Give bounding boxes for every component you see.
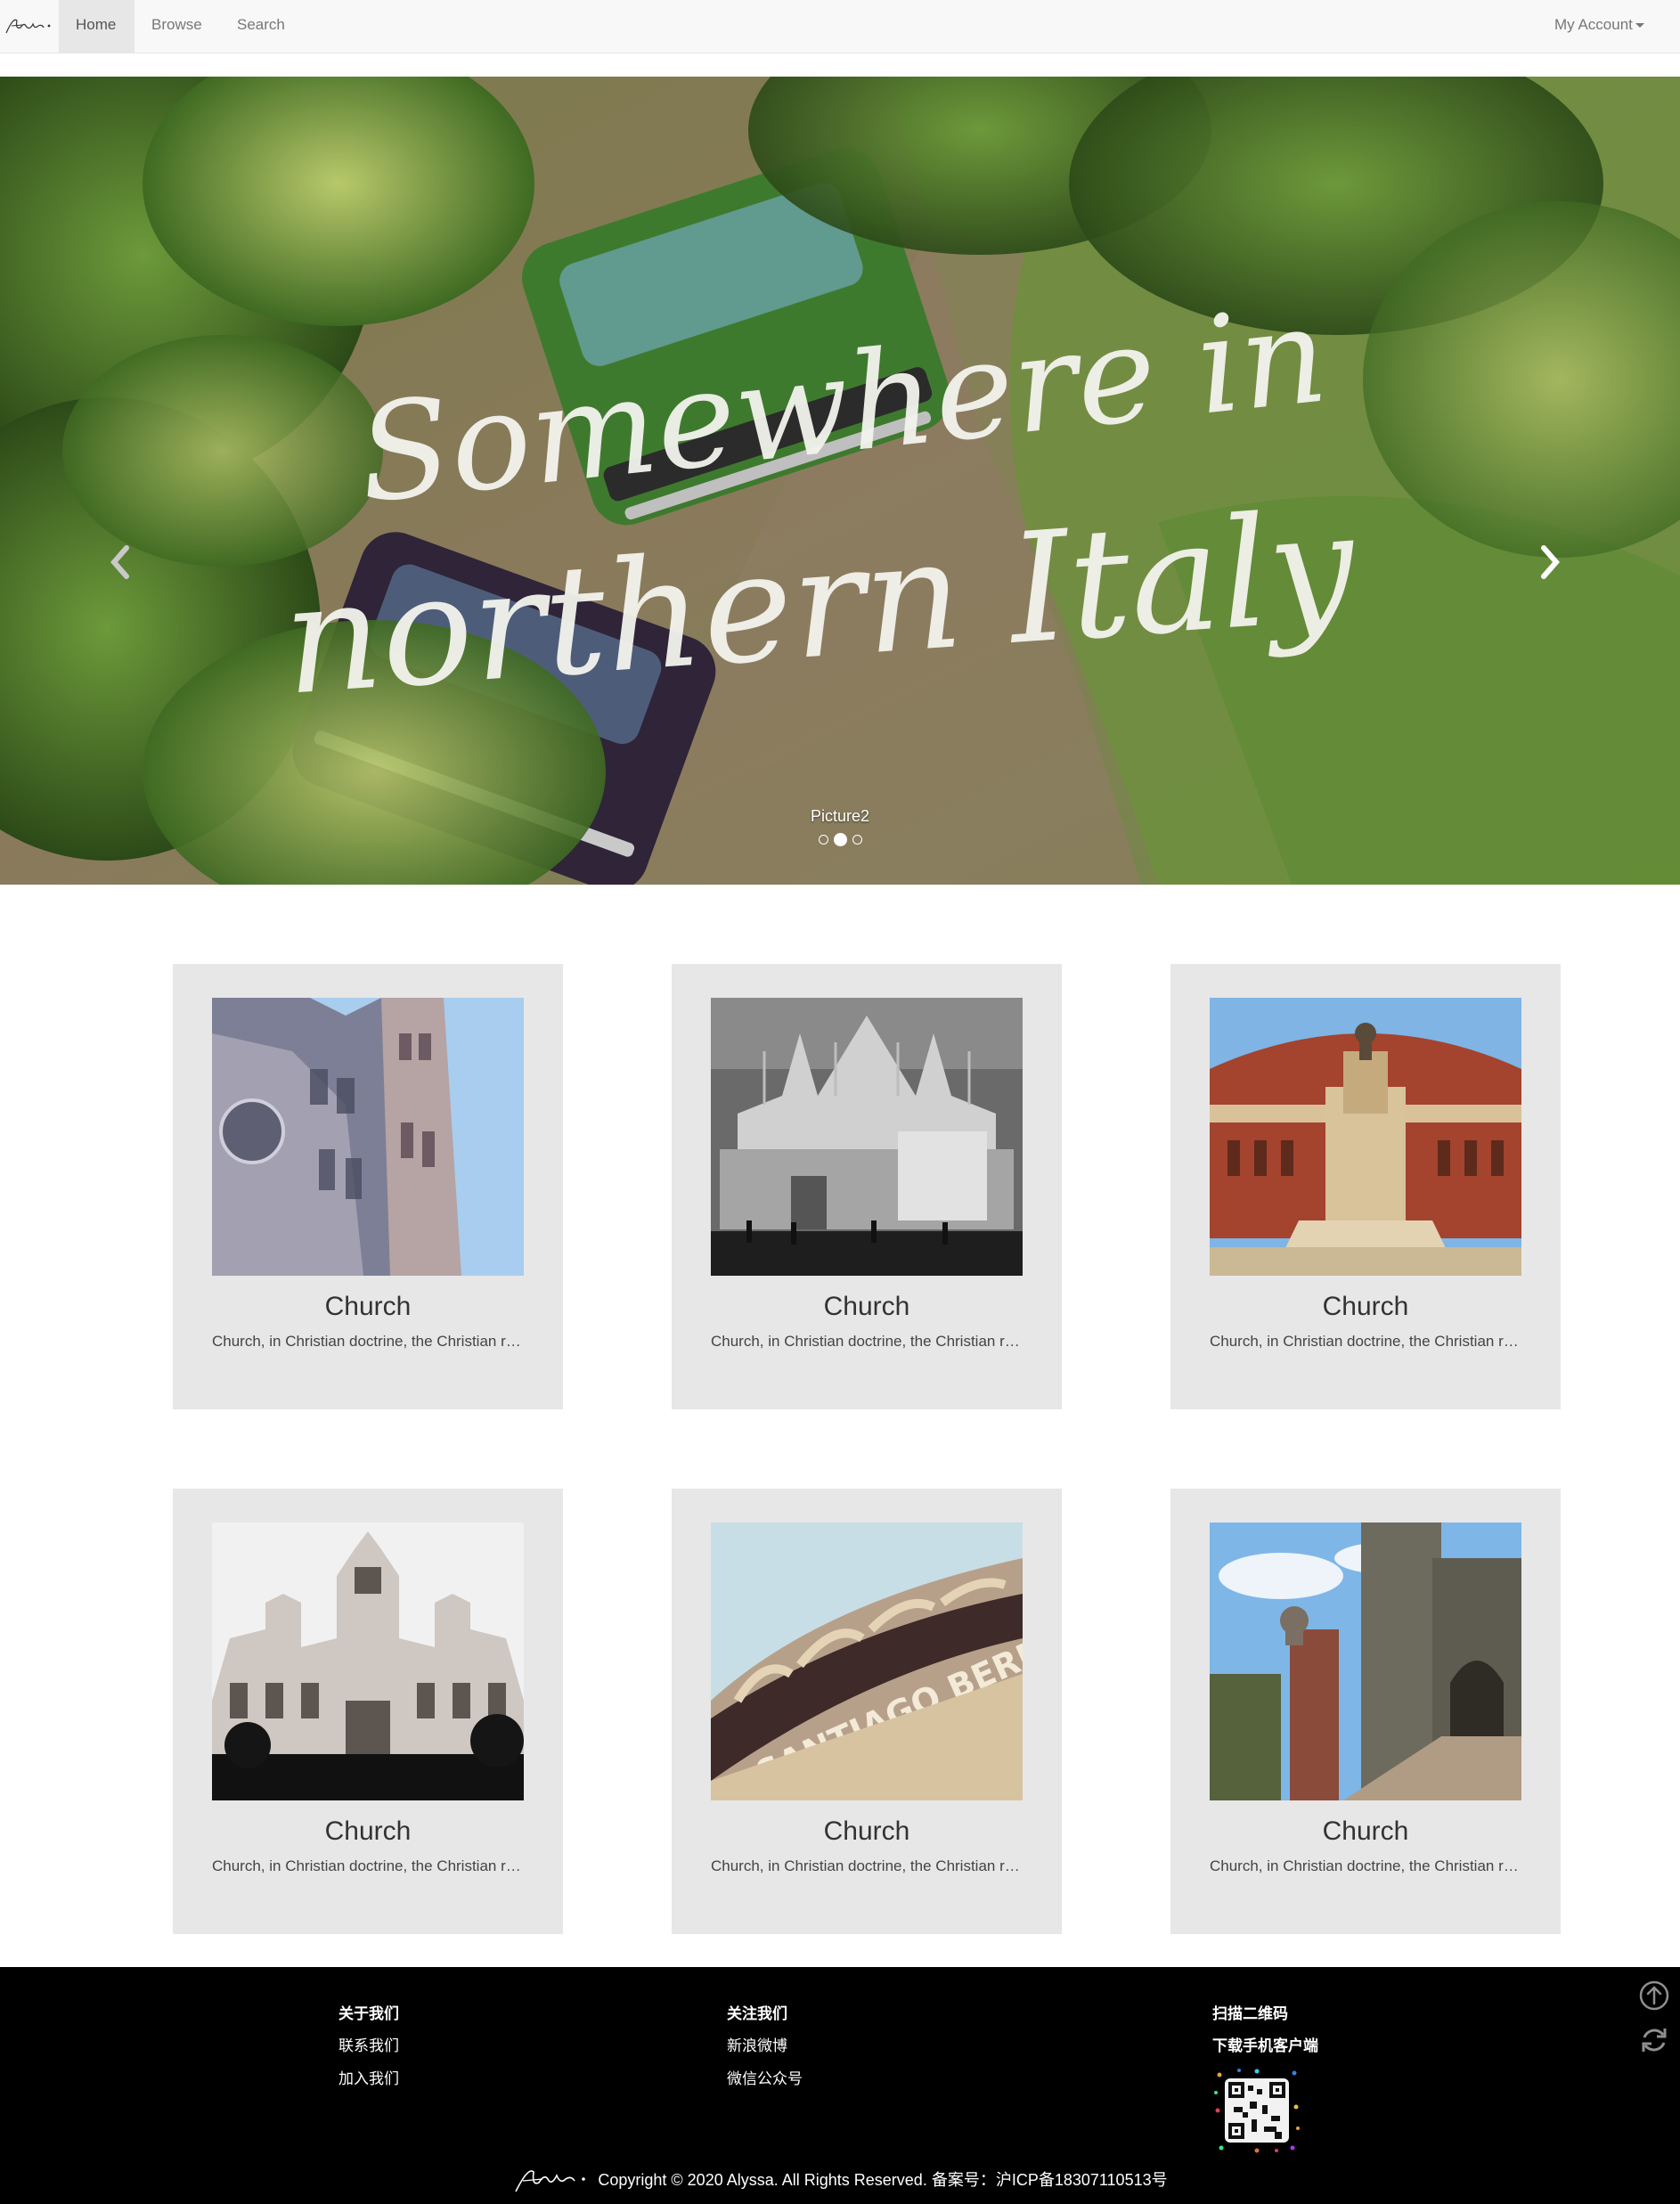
refresh-icon — [1642, 2028, 1667, 2052]
footer-download-heading: 下载手机客户端 — [1212, 2037, 1318, 2054]
footer-weibo-link[interactable]: 新浪微博 — [727, 2033, 787, 2055]
card-5-title[interactable]: Church — [672, 1816, 1062, 1847]
card-2[interactable]: Church Church, in Christian doctrine, th… — [672, 964, 1062, 1409]
carousel-indicators — [0, 829, 1680, 849]
card-4[interactable]: Church Church, in Christian doctrine, th… — [173, 1489, 563, 1934]
card-3[interactable]: Church Church, in Christian doctrine, th… — [1170, 964, 1561, 1409]
my-account-dropdown[interactable]: My Account — [1537, 0, 1680, 53]
hero-carousel: Somewhere in northern Italy Picture2 — [0, 77, 1680, 885]
carousel-caption: Picture2 — [810, 807, 870, 825]
brand-logo[interactable] — [0, 0, 59, 53]
card-5[interactable]: SANTIAGO BERNA Church Church, in Christi… — [672, 1489, 1062, 1934]
card-6-desc: Church, in Christian doctrine, the Chris… — [1210, 1857, 1521, 1874]
my-account-label: My Account — [1554, 16, 1633, 33]
chevron-right-icon — [1541, 545, 1560, 579]
copyright-bar: Copyright © 2020 Alyssa. All Rights Rese… — [0, 2161, 1680, 2197]
card-2-title[interactable]: Church — [672, 1292, 1062, 1322]
card-1-image[interactable] — [212, 998, 524, 1276]
card-6-title[interactable]: Church — [1170, 1816, 1561, 1847]
card-2-image[interactable] — [711, 998, 1023, 1276]
card-5-image[interactable]: SANTIAGO BERNA — [711, 1522, 1023, 1800]
nav-search[interactable]: Search — [220, 0, 302, 53]
footer-follow-heading: 关注我们 — [727, 2005, 787, 2022]
card-1[interactable]: Church Church, in Christian doctrine, th… — [173, 964, 563, 1409]
carousel-dot-1[interactable] — [818, 834, 828, 845]
card-4-desc: Church, in Christian doctrine, the Chris… — [212, 1857, 524, 1874]
refresh-button[interactable] — [1637, 2023, 1671, 2057]
card-4-image[interactable] — [212, 1522, 524, 1800]
card-1-desc: Church, in Christian doctrine, the Chris… — [212, 1333, 524, 1350]
back-to-top-button[interactable] — [1637, 1979, 1671, 2012]
arrow-up-circle-icon — [1639, 1980, 1669, 2011]
card-3-image[interactable] — [1210, 998, 1521, 1276]
carousel-dot-2[interactable] — [833, 832, 847, 846]
chevron-left-icon — [110, 545, 129, 579]
footer-join-link[interactable]: 加入我们 — [338, 2066, 399, 2088]
navbar: Home Browse Search My Account — [0, 0, 1680, 53]
card-4-title[interactable]: Church — [173, 1816, 563, 1847]
footer-wechat-link[interactable]: 微信公众号 — [727, 2066, 803, 2088]
card-2-desc: Church, in Christian doctrine, the Chris… — [711, 1333, 1023, 1350]
copyright-text: Copyright © 2020 Alyssa. All Rights Rese… — [598, 2171, 1168, 2189]
nav-home[interactable]: Home — [59, 0, 135, 53]
carousel-dot-3[interactable] — [852, 834, 862, 845]
card-3-desc: Church, in Christian doctrine, the Chris… — [1210, 1333, 1521, 1350]
carousel-next-button[interactable] — [1523, 535, 1577, 589]
card-1-title[interactable]: Church — [173, 1292, 563, 1322]
carousel-slide-image: Somewhere in northern Italy — [0, 77, 1680, 885]
card-5-desc: Church, in Christian doctrine, the Chris… — [711, 1857, 1023, 1874]
card-3-title[interactable]: Church — [1170, 1292, 1561, 1322]
footer-contact-link[interactable]: 联系我们 — [338, 2033, 399, 2055]
carousel-prev-button[interactable] — [94, 535, 147, 589]
footer-signature-logo — [515, 2170, 586, 2192]
caret-down-icon — [1635, 23, 1644, 29]
card-6-image[interactable] — [1210, 1522, 1521, 1800]
qr-code-image — [1212, 2066, 1301, 2155]
footer-qr-heading: 扫描二维码 — [1212, 2005, 1288, 2022]
footer-about-heading: 关于我们 — [338, 2005, 399, 2022]
nav-browse[interactable]: Browse — [135, 0, 220, 53]
card-6[interactable]: Church Church, in Christian doctrine, th… — [1170, 1489, 1561, 1934]
